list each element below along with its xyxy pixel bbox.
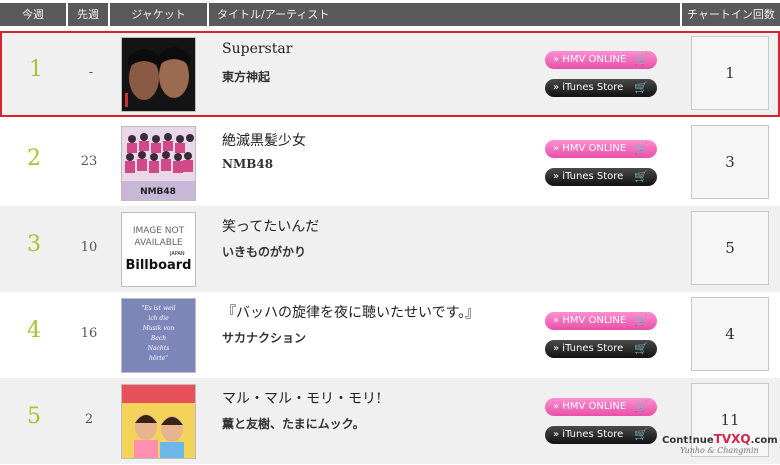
chart-in-count: 1 — [691, 36, 769, 110]
cart-icon: 🛒 — [634, 342, 648, 355]
song-title[interactable]: 絶滅黒髪少女 — [222, 130, 306, 150]
itunes-label: iTunes Store — [562, 429, 624, 440]
hmv-online-button[interactable]: » HMV ONLINE 🛒 — [545, 51, 657, 69]
itunes-label: iTunes Store — [562, 82, 624, 93]
cart-icon: 🛒 — [634, 314, 648, 327]
artist-name[interactable]: 東方神起 — [222, 68, 270, 85]
hmv-online-button[interactable]: » HMV ONLINE 🛒 — [545, 140, 657, 158]
cart-icon: 🛒 — [634, 81, 648, 94]
header-prev-week: 先週 — [68, 3, 108, 26]
cart-icon: 🛒 — [634, 142, 648, 155]
svg-text:NMB48: NMB48 — [140, 187, 176, 197]
chart-row-2: 2 23 NMB48 絶滅黒髪少女 NMB48 » HMV ONLINE 🛒 » … — [0, 120, 780, 206]
artist-name[interactable]: いきものがかり — [222, 243, 306, 260]
header-title-artist: タイトル/アーティスト — [209, 3, 680, 26]
prev-week-rank: 16 — [80, 326, 98, 341]
itunes-store-button[interactable]: » iTunes Store 🛒 — [545, 340, 657, 358]
cart-icon: 🛒 — [634, 400, 648, 413]
prev-week-rank: 10 — [80, 240, 98, 255]
jacket-image[interactable]: "Es ist weil ich die Musik von Bach Nach… — [121, 298, 196, 373]
prev-week-rank: 2 — [84, 412, 94, 427]
rank-number: 3 — [27, 232, 41, 257]
chart-in-count: 4 — [691, 297, 769, 371]
hmv-online-button[interactable]: » HMV ONLINE 🛒 — [545, 398, 657, 416]
header-chart-in-count: チャートイン回数 — [682, 3, 780, 26]
jacket-cover-text: "Es ist weil ich die Musik von Bach Nach… — [141, 305, 176, 362]
chart-header: 今週 先週 ジャケット タイトル/アーティスト チャートイン回数 — [0, 0, 780, 27]
jacket-photo-icon — [122, 385, 195, 458]
chart-row-1: 1 - Superstar 東方神起 » HMV ONLINE 🛒 » iTune… — [0, 31, 780, 117]
cart-icon: 🛒 — [634, 53, 648, 66]
itunes-store-button[interactable]: » iTunes Store 🛒 — [545, 79, 657, 97]
jacket-photo-icon: NMB48 — [122, 127, 195, 200]
song-title[interactable]: 『バッハの旋律を夜に聴いたせいです。』 — [222, 302, 479, 322]
header-this-week: 今週 — [0, 3, 66, 26]
watermark: Cont!nueTVXQ.com Yunho & Changmin — [662, 432, 778, 462]
chart-row-3: 3 10 IMAGE NOT AVAILABLE JAPAN Billboard… — [0, 206, 780, 292]
jacket-photo-icon — [122, 38, 195, 111]
artist-name[interactable]: 薫と友樹、たまにムック。 — [222, 415, 365, 432]
jacket-image[interactable] — [121, 384, 196, 459]
itunes-store-button[interactable]: » iTunes Store 🛒 — [545, 168, 657, 186]
prev-week-rank: 23 — [80, 154, 98, 169]
artist-name[interactable]: サカナクション — [222, 329, 306, 346]
chart-in-count: 3 — [691, 125, 769, 199]
hmv-label: HMV ONLINE — [562, 143, 627, 154]
hmv-label: HMV ONLINE — [562, 54, 627, 65]
itunes-label: iTunes Store — [562, 343, 624, 354]
jacket-image[interactable] — [121, 37, 196, 112]
billboard-logo: JAPAN Billboard — [125, 251, 192, 273]
rank-number: 4 — [27, 318, 41, 343]
rank-number: 1 — [29, 57, 43, 82]
watermark-subtitle: Yunho & Changmin — [680, 446, 759, 455]
cart-icon: 🛒 — [634, 428, 648, 441]
chart-row-4: 4 16 "Es ist weil ich die Musik von Bach… — [0, 292, 780, 378]
hmv-label: HMV ONLINE — [562, 315, 627, 326]
image-not-available-text: IMAGE NOT AVAILABLE — [132, 226, 185, 248]
rank-number: 5 — [27, 404, 41, 429]
jacket-placeholder[interactable]: IMAGE NOT AVAILABLE JAPAN Billboard — [121, 212, 196, 287]
itunes-store-button[interactable]: » iTunes Store 🛒 — [545, 426, 657, 444]
prev-week-rank: - — [88, 65, 94, 80]
rank-number: 2 — [27, 146, 41, 171]
itunes-label: iTunes Store — [562, 171, 624, 182]
hmv-label: HMV ONLINE — [562, 401, 627, 412]
jacket-image[interactable]: NMB48 — [121, 126, 196, 201]
hmv-online-button[interactable]: » HMV ONLINE 🛒 — [545, 312, 657, 330]
cart-icon: 🛒 — [634, 170, 648, 183]
song-title[interactable]: 笑ってたいんだ — [222, 216, 319, 236]
header-jacket: ジャケット — [110, 3, 207, 26]
watermark-logo: Cont!nueTVXQ.com — [662, 432, 778, 446]
song-title[interactable]: Superstar — [222, 41, 292, 57]
song-title[interactable]: マル・マル・モリ・モリ! — [222, 388, 382, 408]
chart-in-count: 5 — [691, 211, 769, 285]
artist-name[interactable]: NMB48 — [222, 157, 273, 171]
